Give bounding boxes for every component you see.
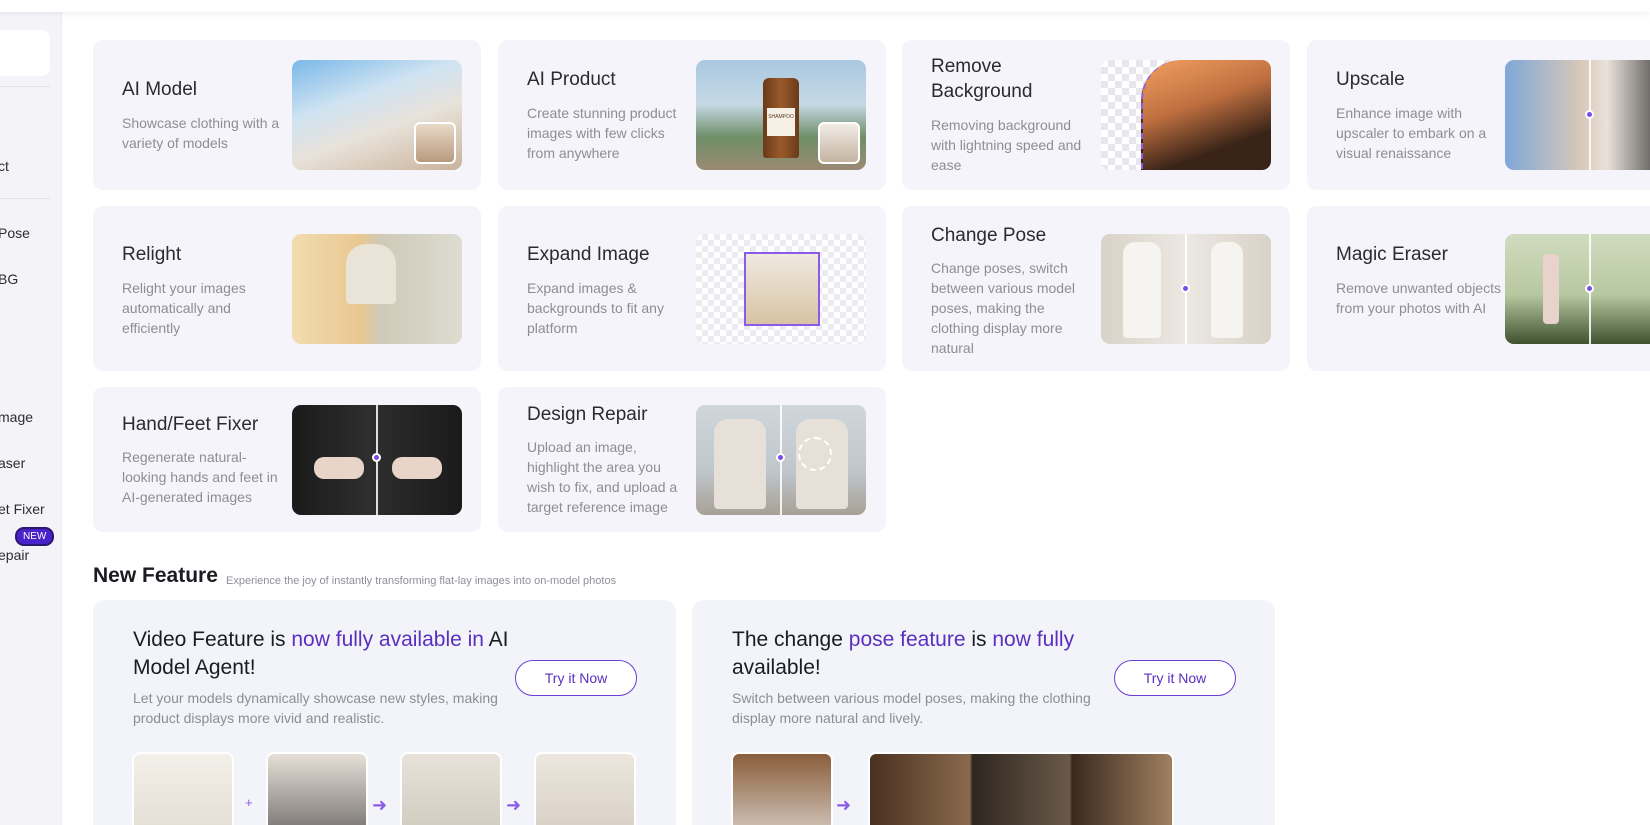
- compare-handle[interactable]: [372, 453, 381, 462]
- model-figure-2: [1211, 242, 1243, 338]
- tool-card-change-pose[interactable]: Change Pose Change poses, switch between…: [902, 206, 1290, 371]
- feature-title: Video Feature is now fully available in …: [133, 628, 509, 679]
- try-it-now-button[interactable]: Try it Now: [1114, 660, 1236, 696]
- remove-background-thumbnail: [1101, 60, 1271, 170]
- lamp-shade: [346, 244, 396, 304]
- sidebar-divider: [0, 198, 50, 199]
- compare-handle[interactable]: [776, 453, 785, 462]
- portrait-region: [1141, 60, 1271, 170]
- card-description: Create stunning product images with few …: [527, 105, 677, 161]
- design-repair-thumbnail: [696, 405, 866, 515]
- sidebar-item-change-pose[interactable]: Pose: [0, 225, 30, 241]
- card-description: Relight your images automatically and ef…: [122, 280, 246, 336]
- card-title: Upscale: [1336, 69, 1405, 90]
- card-title: Remove Background: [931, 56, 1033, 102]
- ai-product-thumbnail: SHAMPOO: [696, 60, 866, 170]
- hands-right: [392, 457, 442, 479]
- flat-lay-photo: [132, 752, 234, 825]
- ai-model-thumbnail: [292, 60, 462, 170]
- sidebar-item-expand-image[interactable]: mage: [0, 409, 33, 425]
- card-description: Enhance image with upscaler to embark on…: [1336, 105, 1487, 161]
- pose-source-photo: [731, 752, 833, 825]
- upscale-thumbnail: [1505, 60, 1650, 170]
- card-description: Change poses, switch between various mod…: [931, 260, 1075, 356]
- repair-highlight: [798, 437, 832, 471]
- card-title: Magic Eraser: [1336, 244, 1448, 265]
- expand-frame: [744, 252, 820, 326]
- tool-card-relight[interactable]: Relight Relight your images automaticall…: [93, 206, 481, 371]
- card-description: Regenerate natural-looking hands and fee…: [122, 449, 278, 505]
- hand-feet-fixer-thumbnail: [292, 405, 462, 515]
- sidebar-item-magic-eraser[interactable]: aser: [0, 455, 25, 471]
- model-figure-1: [714, 419, 766, 509]
- card-description: Upload an image, highlight the area you …: [527, 439, 678, 515]
- sidebar-item-design-repair[interactable]: epair: [0, 547, 29, 563]
- sidebar-search-box[interactable]: [0, 30, 50, 76]
- top-bar: [0, 0, 1650, 12]
- card-description: Remove unwanted objects from your photos…: [1336, 280, 1501, 316]
- card-title: Design Repair: [527, 404, 648, 425]
- change-pose-thumbnail: [1101, 234, 1271, 344]
- shampoo-bottle: SHAMPOO: [763, 78, 799, 158]
- card-title: AI Product: [527, 69, 616, 90]
- tool-card-ai-product[interactable]: AI Product Create stunning product image…: [498, 40, 886, 190]
- model-photo: [266, 752, 368, 825]
- card-title: AI Model: [122, 79, 197, 100]
- feature-title: The change pose feature is now fully ava…: [732, 628, 1075, 679]
- try-it-now-button[interactable]: Try it Now: [515, 660, 637, 696]
- expand-image-thumbnail: [696, 234, 866, 344]
- page: ct Pose BG mage aser et Fixer NEW epair …: [0, 0, 1650, 825]
- new-feature-subtitle: Experience the joy of instantly transfor…: [226, 575, 617, 587]
- card-description: Expand images & backgrounds to fit any p…: [527, 280, 664, 336]
- result-photo-2: [534, 752, 636, 825]
- product-tube: [1543, 254, 1559, 324]
- tool-card-ai-model[interactable]: AI Model Showcase clothing with a variet…: [93, 40, 481, 190]
- tool-card-remove-background[interactable]: Remove Background Removing background wi…: [902, 40, 1290, 190]
- feature-description: Let your models dynamically showcase new…: [133, 690, 498, 726]
- card-title: Relight: [122, 244, 182, 265]
- card-title: Hand/Feet Fixer: [122, 414, 259, 435]
- sidebar-item-hand-feet-fixer[interactable]: et Fixer: [0, 501, 45, 517]
- sidebar-item-ai-product[interactable]: ct: [0, 158, 9, 174]
- card-description: Showcase clothing with a variety of mode…: [122, 115, 280, 151]
- tool-card-upscale[interactable]: Upscale Enhance image with upscaler to e…: [1307, 40, 1650, 190]
- card-title: Change Pose: [931, 225, 1047, 246]
- compare-handle[interactable]: [1585, 110, 1594, 119]
- bottle-label: SHAMPOO: [767, 108, 795, 136]
- sidebar: ct Pose BG mage aser et Fixer NEW epair: [0, 0, 62, 825]
- plus-icon: +: [245, 795, 253, 810]
- model-figure-1: [1123, 242, 1161, 338]
- relight-thumbnail: [292, 234, 462, 344]
- pose-results-strip: [868, 752, 1174, 825]
- compare-handle[interactable]: [1585, 284, 1594, 293]
- compare-handle[interactable]: [1181, 284, 1190, 293]
- inset-thumbnail: [818, 122, 860, 164]
- sidebar-divider: [0, 86, 50, 87]
- arrow-right-icon: ➜: [372, 795, 388, 815]
- tool-card-hand-feet-fixer[interactable]: Hand/Feet Fixer Regenerate natural-looki…: [93, 387, 481, 532]
- result-photo-1: [400, 752, 502, 825]
- hands-left: [314, 457, 364, 479]
- inset-thumbnail: [414, 122, 456, 164]
- feature-description: Switch between various model poses, maki…: [732, 690, 1091, 726]
- sidebar-item-remove-bg[interactable]: BG: [0, 271, 18, 287]
- new-feature-heading: New Feature: [93, 564, 218, 587]
- new-badge: NEW: [15, 527, 55, 546]
- tool-card-expand-image[interactable]: Expand Image Expand images & backgrounds…: [498, 206, 886, 371]
- magic-eraser-thumbnail: [1505, 234, 1650, 344]
- tool-card-design-repair[interactable]: Design Repair Upload an image, highlight…: [498, 387, 886, 532]
- card-title: Expand Image: [527, 244, 650, 265]
- tool-card-magic-eraser[interactable]: Magic Eraser Remove unwanted objects fro…: [1307, 206, 1650, 371]
- arrow-right-icon: ➜: [506, 795, 522, 815]
- arrow-right-icon: ➜: [836, 795, 852, 815]
- card-description: Removing background with lightning speed…: [931, 117, 1082, 173]
